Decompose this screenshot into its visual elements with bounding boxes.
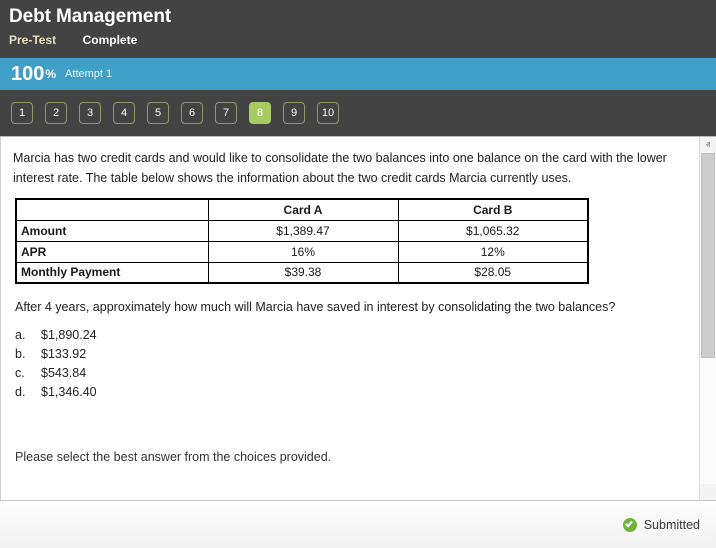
table-row-label: Monthly Payment <box>16 262 208 283</box>
answer-option-text: $543.84 <box>41 364 687 383</box>
table-cell-card-a: $39.38 <box>208 262 398 283</box>
table-cell-card-b: $28.05 <box>398 262 588 283</box>
question-nav-button-10[interactable]: 10 <box>317 102 339 124</box>
app-header: Debt Management Pre-Test Complete <box>0 0 716 58</box>
table-body: Amount $1,389.47 $1,065.32 APR 16% 12% Monthly… <box>16 220 588 283</box>
assessment-window: Debt Management Pre-Test Complete 100% A… <box>0 0 716 548</box>
question-nav-button-3[interactable]: 3 <box>79 102 101 124</box>
footer-bar: Submitted <box>0 500 716 548</box>
answer-option[interactable]: d. $1,346.40 <box>15 383 687 402</box>
table-cell-card-b: 12% <box>398 241 588 262</box>
scrollbar-thumb[interactable] <box>701 153 715 358</box>
table-row-label: Amount <box>16 220 208 241</box>
question-stem: Marcia has two credit cards and would li… <box>13 148 687 188</box>
page-title: Debt Management <box>0 0 716 29</box>
assessment-status-label: Complete <box>83 33 138 47</box>
table-row: Monthly Payment $39.38 $28.05 <box>16 262 588 283</box>
content-scrollbar[interactable]: ⱏ ⱟ <box>699 137 716 500</box>
answer-option-letter: b. <box>15 345 41 364</box>
answer-option-text: $133.92 <box>41 345 687 364</box>
question-nav-button-2[interactable]: 2 <box>45 102 67 124</box>
question-nav-button-4[interactable]: 4 <box>113 102 135 124</box>
question-nav-button-6[interactable]: 6 <box>181 102 203 124</box>
table-cell-card-b: $1,065.32 <box>398 220 588 241</box>
answer-option-letter: c. <box>15 364 41 383</box>
question-content: Marcia has two credit cards and would li… <box>0 137 699 500</box>
assessment-type-label: Pre-Test <box>9 33 56 47</box>
scroll-up-arrow-icon[interactable]: ⱏ <box>700 137 716 153</box>
answer-options-list: a. $1,890.24 b. $133.92 c. $543.84 d. $1,346.40 <box>15 326 687 402</box>
assessment-meta: Pre-Test Complete <box>0 29 716 47</box>
table-header-row: Card A Card B <box>16 199 588 220</box>
selection-instruction: Please select the best answer from the c… <box>15 448 687 466</box>
table-cell-card-a: 16% <box>208 241 398 262</box>
answer-option[interactable]: c. $543.84 <box>15 364 687 383</box>
score-percent-symbol: % <box>45 67 56 81</box>
attempt-label: Attempt 1 <box>65 64 112 84</box>
question-nav-button-8[interactable]: 8 <box>249 102 271 124</box>
question-nav-button-5[interactable]: 5 <box>147 102 169 124</box>
answer-option-letter: d. <box>15 383 41 402</box>
check-circle-icon <box>623 518 637 532</box>
scroll-down-arrow-icon[interactable]: ⱟ <box>700 484 716 500</box>
question-nav-button-7[interactable]: 7 <box>215 102 237 124</box>
table-header-card-b: Card B <box>398 199 588 220</box>
scrollbar-track[interactable] <box>700 153 716 484</box>
table-header-blank <box>16 199 208 220</box>
question-number-nav: 1 2 3 4 5 6 7 8 9 10 <box>0 90 716 136</box>
answer-option-letter: a. <box>15 326 41 345</box>
table-row-label: APR <box>16 241 208 262</box>
table-row: Amount $1,389.47 $1,065.32 <box>16 220 588 241</box>
answer-option[interactable]: b. $133.92 <box>15 345 687 364</box>
score-banner: 100% Attempt 1 <box>0 58 716 90</box>
answer-option-text: $1,890.24 <box>41 326 687 345</box>
answer-option[interactable]: a. $1,890.24 <box>15 326 687 345</box>
submitted-status: Submitted <box>623 518 700 532</box>
credit-card-table: Card A Card B Amount $1,389.47 $1,065.32 AP… <box>15 198 589 284</box>
table-cell-card-a: $1,389.47 <box>208 220 398 241</box>
table-header-card-a: Card A <box>208 199 398 220</box>
answer-option-text: $1,346.40 <box>41 383 687 402</box>
question-prompt: After 4 years, approximately how much wi… <box>15 298 687 316</box>
question-pane: Marcia has two credit cards and would li… <box>0 136 716 500</box>
submitted-label: Submitted <box>644 518 700 532</box>
table-row: APR 16% 12% <box>16 241 588 262</box>
score-value: 100 <box>11 64 44 84</box>
question-nav-button-1[interactable]: 1 <box>11 102 33 124</box>
question-nav-button-9[interactable]: 9 <box>283 102 305 124</box>
